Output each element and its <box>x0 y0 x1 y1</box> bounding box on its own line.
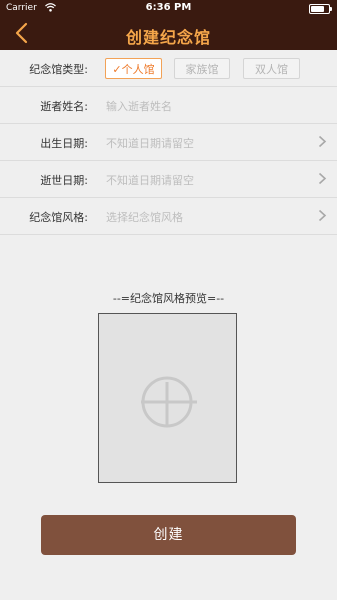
memorial-form: 纪念馆类型: ✓个人馆 家族馆 双人馆 逝者姓名: 输入逝者姓名 出生日期: 不… <box>0 50 337 235</box>
add-image-icon <box>141 376 197 428</box>
checkmark-icon: ✓ <box>112 63 122 76</box>
death-date-row[interactable]: 逝世日期: 不知道日期请留空 <box>0 161 337 198</box>
name-input[interactable]: 输入逝者姓名 <box>106 98 172 114</box>
style-row[interactable]: 纪念馆风格: 选择纪念馆风格 <box>0 198 337 235</box>
type-option-label: 家族馆 <box>185 63 219 76</box>
create-button[interactable]: 创建 <box>41 515 296 555</box>
chevron-right-icon <box>318 209 327 222</box>
type-option-label: 双人馆 <box>255 63 288 76</box>
chevron-right-icon <box>318 135 327 148</box>
type-label: 纪念馆类型: <box>29 63 88 76</box>
style-label: 纪念馆风格: <box>29 211 88 224</box>
name-row[interactable]: 逝者姓名: 输入逝者姓名 <box>0 87 337 124</box>
type-option-couple[interactable]: 双人馆 <box>243 58 300 79</box>
battery-icon <box>309 4 332 14</box>
name-label: 逝者姓名: <box>40 100 88 113</box>
style-field[interactable]: 选择纪念馆风格 <box>106 209 183 225</box>
type-option-label: 个人馆 <box>121 63 155 76</box>
page-title: 创建纪念馆 <box>125 28 211 47</box>
chevron-right-icon <box>318 172 327 185</box>
type-option-personal[interactable]: ✓个人馆 <box>105 58 162 79</box>
death-date-field[interactable]: 不知道日期请留空 <box>106 172 194 188</box>
preview-title: --=纪念馆风格预览=-- <box>112 292 225 305</box>
birth-date-row[interactable]: 出生日期: 不知道日期请留空 <box>0 124 337 161</box>
type-option-family[interactable]: 家族馆 <box>174 58 230 79</box>
style-preview-box[interactable] <box>98 313 237 483</box>
death-date-label: 逝世日期: <box>40 174 88 187</box>
nav-bar: 创建纪念馆 <box>0 16 337 50</box>
clock: 6:36 PM <box>145 2 192 13</box>
type-row: 纪念馆类型: ✓个人馆 家族馆 双人馆 <box>0 50 337 87</box>
birth-date-label: 出生日期: <box>40 137 88 150</box>
status-bar: Carrier 6:36 PM <box>0 0 337 16</box>
birth-date-field[interactable]: 不知道日期请留空 <box>106 135 194 151</box>
